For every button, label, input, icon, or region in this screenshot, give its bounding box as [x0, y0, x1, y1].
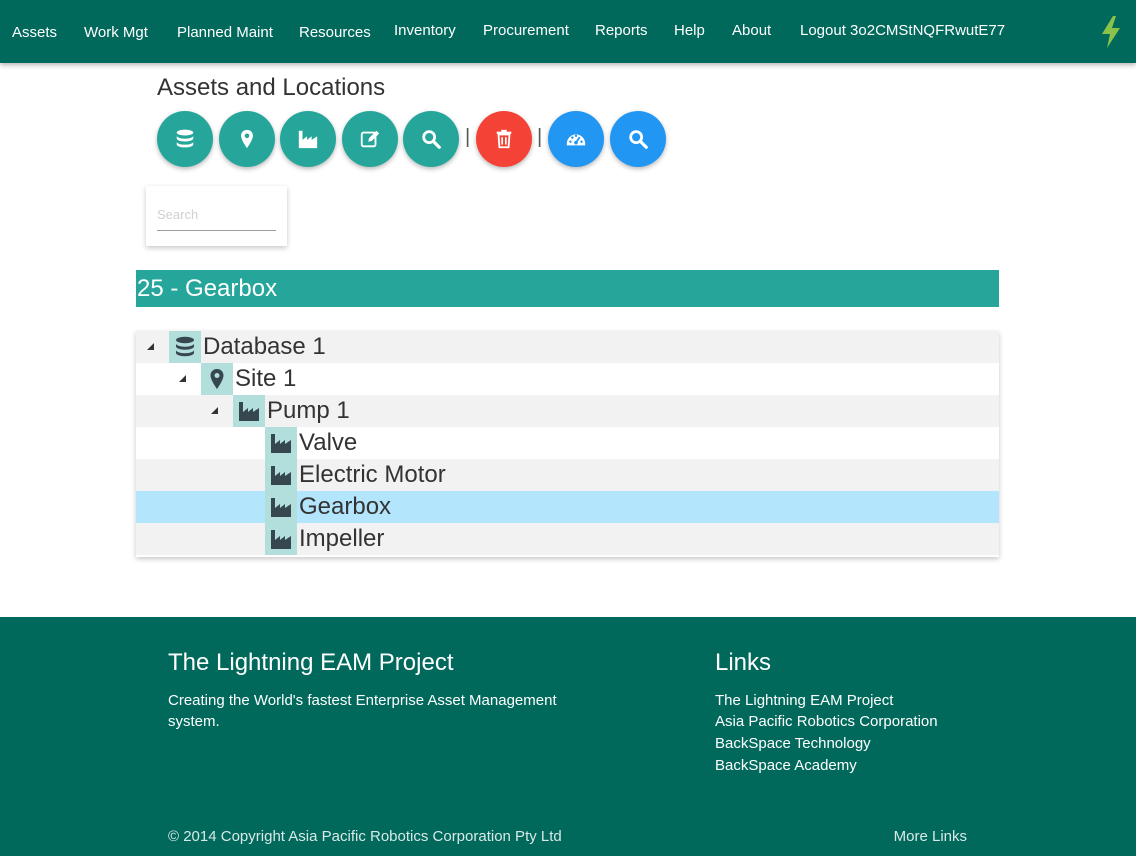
- tree-node-label[interactable]: Impeller: [299, 524, 384, 554]
- search-button[interactable]: [403, 111, 459, 167]
- footer-more-links[interactable]: More Links: [894, 828, 967, 845]
- nav-item-planned-maint[interactable]: Planned Maint: [177, 24, 273, 41]
- advanced-search-button[interactable]: [610, 111, 666, 167]
- map-marker-icon: [201, 363, 233, 395]
- top-navbar: Assets Work Mgt Planned Maint Resources …: [0, 0, 1136, 63]
- industry-icon: [265, 459, 297, 491]
- industry-icon: [265, 523, 297, 555]
- industry-icon: [265, 427, 297, 459]
- industry-icon: [233, 395, 265, 427]
- footer-copyright: © 2014 Copyright Asia Pacific Robotics C…: [168, 828, 562, 845]
- tree-row[interactable]: Valve: [136, 427, 999, 459]
- trash-icon: [496, 129, 512, 149]
- lightning-bolt-icon[interactable]: [1100, 16, 1122, 48]
- dashboard-icon: [566, 134, 586, 146]
- search-icon: [629, 130, 648, 149]
- page-title: Assets and Locations: [157, 74, 386, 101]
- dashboard-button[interactable]: [548, 111, 604, 167]
- asset-button[interactable]: [280, 111, 336, 167]
- tree-row[interactable]: Database 1: [136, 331, 999, 363]
- footer-links-title: Links: [715, 649, 772, 676]
- asset-tree: Database 1 Site 1 Pump 1 Valve Electric …: [136, 331, 999, 557]
- tree-node-label[interactable]: Database 1: [203, 332, 326, 362]
- toolbar-separator: |: [537, 126, 543, 148]
- footer-link-lightning-eam[interactable]: The Lightning EAM Project: [715, 692, 893, 709]
- tree-row-selected[interactable]: Gearbox: [136, 491, 999, 523]
- tree-toggle[interactable]: [179, 375, 186, 382]
- tree-row[interactable]: Impeller: [136, 523, 999, 555]
- footer-link-backspace-technology[interactable]: BackSpace Technology: [715, 735, 871, 752]
- tree-node-label[interactable]: Site 1: [235, 364, 296, 394]
- nav-item-logout[interactable]: Logout 3o2CMStNQFRwutE77: [800, 22, 1005, 39]
- tree-toggle[interactable]: [147, 343, 154, 350]
- nav-item-about[interactable]: About: [732, 22, 771, 39]
- industry-icon: [265, 491, 297, 523]
- nav-item-inventory[interactable]: Inventory: [394, 22, 456, 39]
- footer-link-backspace-academy[interactable]: BackSpace Academy: [715, 757, 857, 774]
- search-icon: [422, 130, 441, 149]
- search-input[interactable]: [157, 198, 276, 231]
- location-button[interactable]: [219, 111, 275, 167]
- tree-toggle[interactable]: [211, 407, 218, 414]
- tree-node-label[interactable]: Gearbox: [299, 492, 391, 522]
- tree-node-label[interactable]: Pump 1: [267, 396, 350, 426]
- page-footer: The Lightning EAM Project Creating the W…: [0, 617, 1136, 856]
- nav-item-reports[interactable]: Reports: [595, 22, 648, 39]
- toolbar-separator: |: [465, 126, 471, 148]
- nav-item-work-mgt[interactable]: Work Mgt: [84, 24, 148, 41]
- map-marker-icon: [241, 129, 253, 149]
- database-icon: [169, 331, 201, 363]
- delete-button[interactable]: [476, 111, 532, 167]
- footer-about-title: The Lightning EAM Project: [168, 649, 454, 676]
- database-button[interactable]: [157, 111, 213, 167]
- footer-about-text: Creating the World's fastest Enterprise …: [168, 692, 557, 730]
- tree-row[interactable]: Site 1: [136, 363, 999, 395]
- selected-asset-header: 25 - Gearbox: [136, 270, 999, 307]
- search-card: [146, 186, 287, 246]
- database-icon: [176, 129, 194, 148]
- nav-item-resources[interactable]: Resources: [299, 24, 371, 41]
- nav-item-assets[interactable]: Assets: [12, 24, 57, 41]
- industry-icon: [298, 130, 318, 149]
- tree-node-label[interactable]: Electric Motor: [299, 460, 446, 490]
- edit-button[interactable]: [342, 111, 398, 167]
- tree-row[interactable]: Electric Motor: [136, 459, 999, 491]
- nav-item-procurement[interactable]: Procurement: [483, 22, 569, 39]
- nav-item-help[interactable]: Help: [674, 22, 705, 39]
- footer-link-asia-pacific-robotics[interactable]: Asia Pacific Robotics Corporation: [715, 713, 938, 730]
- tree-row[interactable]: Pump 1: [136, 395, 999, 427]
- tree-node-label[interactable]: Valve: [299, 428, 357, 458]
- edit-icon: [360, 130, 380, 148]
